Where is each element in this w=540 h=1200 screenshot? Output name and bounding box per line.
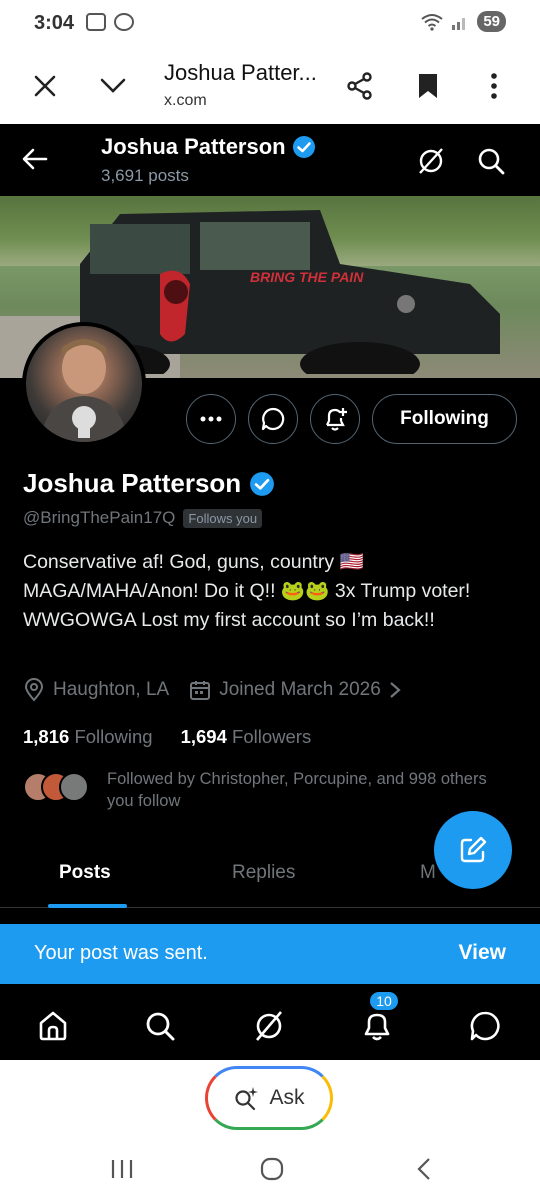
messages-icon[interactable]: [465, 1006, 505, 1046]
browser-toolbar: Joshua Patter... x.com: [0, 46, 540, 124]
profile-bio: Conservative af! God, guns, country 🇺🇸 M…: [23, 551, 471, 631]
chevron-down-icon[interactable]: [95, 68, 131, 104]
following-button[interactable]: Following: [372, 394, 517, 444]
profile-handle: @BringThePain17Q: [23, 508, 176, 527]
compose-button[interactable]: [434, 811, 512, 889]
post-count: 3,691 posts: [101, 166, 189, 185]
wifi-icon: [421, 13, 443, 31]
more-options-button[interactable]: [186, 394, 236, 444]
sparkle-search-icon: [235, 1087, 259, 1111]
following-stat[interactable]: 1,816 Following: [23, 726, 153, 748]
follows-you-badge: Follows you: [183, 508, 263, 528]
search-icon[interactable]: [476, 146, 506, 181]
screenshot-icon: [86, 13, 106, 31]
follower-avatar: [59, 772, 89, 802]
home-button-icon[interactable]: [252, 1154, 292, 1184]
status-time: 3:04: [34, 12, 75, 34]
grok-icon[interactable]: [416, 146, 446, 181]
profile-page: Joshua Patterson 3,691 posts BRING THE P…: [0, 124, 540, 1060]
profile-name: Joshua Patterson: [23, 468, 242, 498]
followers-stat[interactable]: 1,694 Followers: [181, 726, 312, 748]
message-button[interactable]: [248, 394, 298, 444]
notify-button[interactable]: [310, 394, 360, 444]
back-arrow-icon[interactable]: [20, 144, 50, 179]
search-icon[interactable]: [140, 1006, 180, 1046]
compose-icon: [460, 836, 487, 863]
bookmark-icon[interactable]: [410, 68, 446, 104]
signal-icon: [452, 17, 466, 30]
notification-icon: [114, 13, 134, 31]
browser-page-title: Joshua Patter...: [164, 60, 317, 85]
notifications-badge: 10: [368, 990, 400, 1012]
profile-joined: Joined March 2026: [219, 679, 381, 700]
profile-location: Haughton, LA: [53, 679, 170, 700]
joined-date-link[interactable]: Joined March 2026: [189, 679, 401, 701]
bottom-navigation: 10: [0, 986, 540, 1060]
active-tab-indicator: [48, 904, 127, 908]
more-vert-icon[interactable]: [476, 68, 512, 104]
more-horiz-icon: [200, 416, 222, 422]
home-icon[interactable]: [33, 1006, 73, 1046]
system-navigation-bar: [0, 1140, 540, 1200]
browser-url: x.com: [164, 92, 207, 109]
share-icon[interactable]: [342, 68, 378, 104]
battery-indicator: 59: [477, 11, 506, 32]
verified-badge-icon: [250, 471, 275, 496]
tab-posts[interactable]: Posts: [59, 862, 111, 884]
followed-by-text: Followed by Christopher, Porcupine, and …: [107, 770, 487, 810]
close-icon[interactable]: [27, 68, 63, 104]
post-sent-toast: Your post was sent. View: [0, 924, 540, 984]
ask-button[interactable]: Ask: [205, 1066, 333, 1130]
status-bar: 3:04 59: [0, 0, 540, 46]
ask-label: Ask: [269, 1086, 305, 1109]
profile-avatar[interactable]: [22, 322, 146, 446]
avatar-image: [40, 339, 128, 442]
back-nav-icon[interactable]: [404, 1154, 444, 1184]
banner-decal-text: BRING THE PAIN: [250, 269, 364, 285]
notifications-bell-icon[interactable]: [357, 1006, 397, 1046]
toast-message: Your post was sent.: [34, 942, 208, 964]
followed-by-row[interactable]: Followed by Christopher, Porcupine, and …: [23, 768, 497, 812]
verified-badge-icon: [292, 136, 315, 158]
grok-icon[interactable]: [249, 1006, 289, 1046]
recent-apps-icon[interactable]: [102, 1154, 142, 1184]
header-name: Joshua Patterson: [101, 134, 286, 159]
ask-bar: Ask: [0, 1060, 540, 1140]
profile-header-bar: Joshua Patterson 3,691 posts: [0, 124, 540, 196]
location-pin-icon: [24, 678, 44, 702]
tab-media[interactable]: M: [420, 862, 436, 884]
tab-replies[interactable]: Replies: [232, 862, 295, 884]
toast-view-button[interactable]: View: [459, 941, 506, 965]
message-bubble-icon: [261, 407, 285, 431]
calendar-icon: [190, 681, 211, 700]
bell-plus-icon: [326, 408, 347, 431]
chevron-right-icon: [390, 682, 401, 698]
